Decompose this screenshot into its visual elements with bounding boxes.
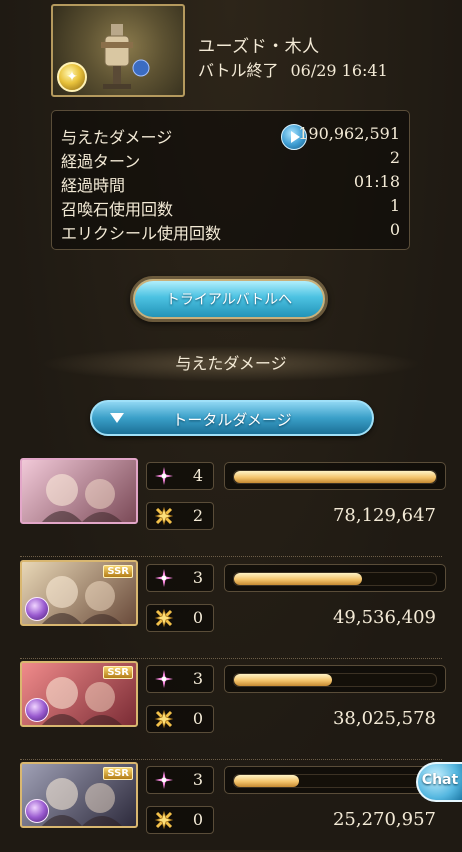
damage-bar (224, 462, 446, 490)
damage-bar-track (233, 774, 437, 788)
dark-element-icon (25, 698, 49, 722)
damage-bar-track (233, 673, 437, 687)
character-row: 4 2 78,129,647 (0, 458, 462, 557)
row-divider (20, 658, 442, 659)
skill-count: 4 (192, 466, 203, 485)
ca-count: 0 (192, 608, 203, 627)
boss-name: ユーズド・木人 (198, 37, 320, 57)
damage-bar (224, 766, 446, 794)
stat-row-damage: 与えたダメージ 190,962,591 (61, 124, 400, 150)
skill-count-box: 3 (146, 665, 214, 693)
battle-end-info: バトル終了 06/29 16:41 (198, 57, 388, 81)
stat-value: 190,962,591 (298, 124, 400, 143)
damage-bar (224, 564, 446, 592)
skill-sparkle-icon (155, 670, 173, 688)
skill-count: 3 (192, 770, 203, 789)
battle-stats-panel: 与えたダメージ 190,962,591 経過ターン 2 経過時間 01:18 召… (51, 110, 410, 250)
light-element-icon: ✦ (57, 62, 87, 92)
stat-label: 召喚石使用回数 (61, 200, 174, 219)
stat-row-summons: 召喚石使用回数 1 (61, 196, 400, 219)
character-portrait[interactable]: SSR (20, 661, 138, 727)
damage-value: 38,025,578 (332, 708, 436, 729)
ssr-badge: SSR (103, 767, 133, 780)
training-dummy-image (101, 24, 150, 89)
charge-attack-icon (154, 810, 174, 830)
character-row: SSR 3 0 49,536,409 (0, 560, 462, 659)
stat-value: 1 (389, 196, 400, 215)
stat-row-turns: 経過ターン 2 (61, 148, 400, 171)
damage-bar-track (233, 470, 437, 484)
stat-row-elixirs: エリクシール使用回数 0 (61, 220, 400, 243)
charge-attack-icon (154, 709, 174, 729)
skill-sparkle-icon (155, 467, 173, 485)
skill-count-box: 3 (146, 766, 214, 794)
ca-count-box: 0 (146, 806, 214, 834)
charge-attack-icon (154, 506, 174, 526)
stat-value: 2 (389, 148, 400, 167)
skill-count-box: 4 (146, 462, 214, 490)
character-art (42, 474, 122, 522)
character-row: SSR 3 0 38,025,578 (0, 661, 462, 760)
character-portrait[interactable]: SSR (20, 560, 138, 626)
stat-label: 経過時間 (61, 176, 126, 195)
stat-label: エリクシール使用回数 (61, 224, 222, 243)
skill-count: 3 (192, 568, 203, 587)
boss-thumbnail: ✦ (51, 4, 185, 97)
stat-value: 0 (389, 220, 400, 239)
charge-attack-icon (154, 608, 174, 628)
damage-bar-fill (234, 471, 436, 483)
dark-element-icon (25, 597, 49, 621)
damage-bar (224, 665, 446, 693)
dark-element-icon (25, 799, 49, 823)
trial-battle-label: トライアルバトルへ (165, 292, 293, 308)
skill-sparkle-icon (155, 569, 173, 587)
skill-count-box: 3 (146, 564, 214, 592)
battle-end-date: 06/29 16:41 (290, 61, 388, 80)
damage-bar-fill (234, 573, 363, 585)
ca-count-box: 2 (146, 502, 214, 530)
ssr-badge: SSR (103, 565, 133, 578)
stat-row-time: 経過時間 01:18 (61, 172, 400, 195)
damage-bar-fill (234, 775, 300, 787)
dropdown-label: トータルダメージ (172, 411, 292, 429)
skill-sparkle-icon (155, 771, 173, 789)
ca-count: 2 (192, 506, 203, 525)
battle-end-label: バトル終了 (198, 61, 279, 80)
stat-label: 与えたダメージ (61, 128, 173, 147)
skill-count: 3 (192, 669, 203, 688)
damage-value: 49,536,409 (332, 607, 436, 628)
chat-button[interactable]: Chat (416, 762, 462, 802)
damage-section-heading: 与えたダメージ (40, 346, 422, 382)
damage-bar-track (233, 572, 437, 586)
damage-type-dropdown[interactable]: トータルダメージ (90, 400, 374, 436)
ssr-badge: SSR (103, 666, 133, 679)
character-row: SSR 3 0 25,270,957 (0, 762, 462, 852)
row-divider (20, 556, 442, 557)
ca-count: 0 (192, 810, 203, 829)
row-divider (20, 759, 442, 760)
character-portrait[interactable]: SSR (20, 762, 138, 828)
damage-value: 78,129,647 (332, 505, 436, 526)
stat-label: 経過ターン (61, 152, 141, 171)
character-portrait[interactable] (20, 458, 138, 524)
damage-bar-fill (234, 674, 333, 686)
ca-count: 0 (192, 709, 203, 728)
trial-battle-button[interactable]: トライアルバトルへ (130, 276, 328, 322)
stat-value: 01:18 (353, 172, 400, 191)
ca-count-box: 0 (146, 705, 214, 733)
ca-count-box: 0 (146, 604, 214, 632)
damage-value: 25,270,957 (332, 809, 436, 830)
